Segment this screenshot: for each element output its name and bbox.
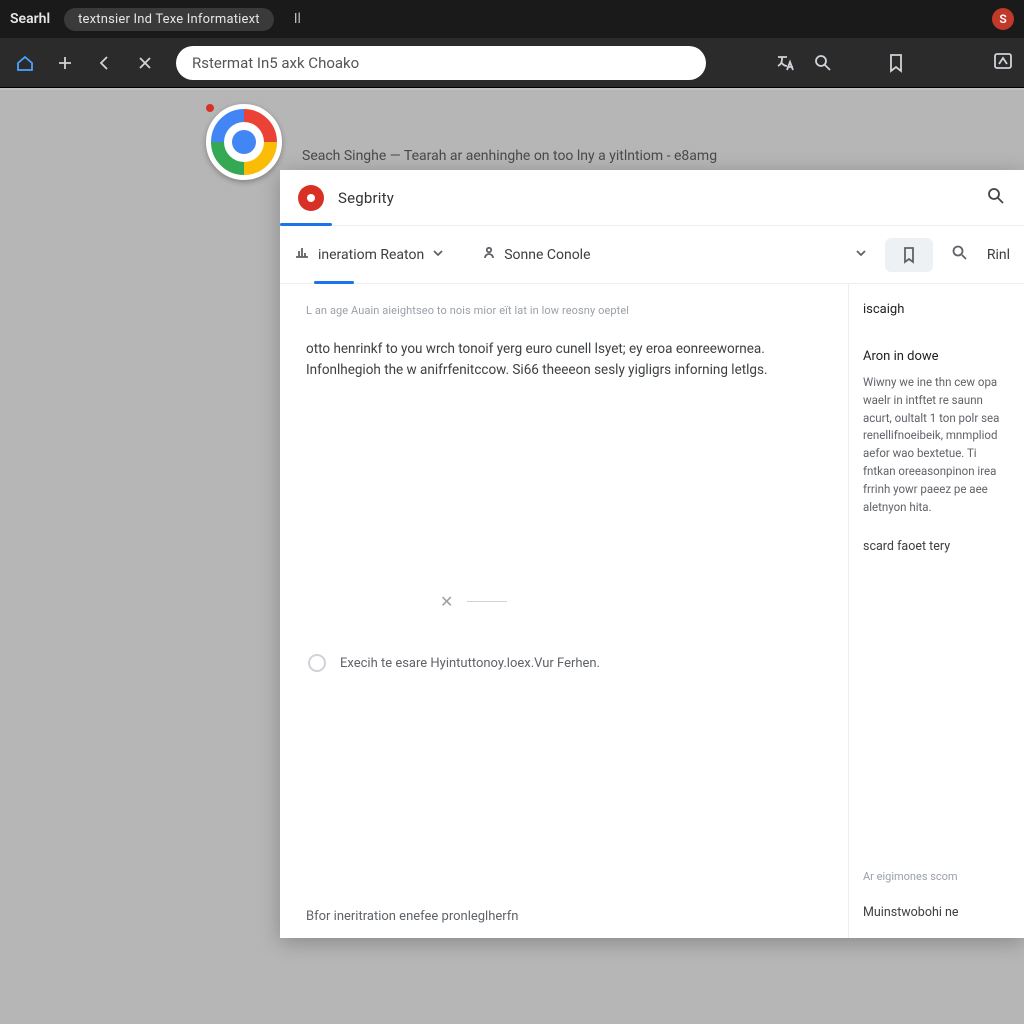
panel-tabs: ineratiom Reaton Sonne Conole: [280, 226, 1024, 284]
tab-secondary[interactable]: Sonne Conole: [482, 246, 590, 264]
brand-logo: [206, 104, 288, 186]
new-tab-icon[interactable]: [50, 50, 80, 76]
sidebar-heading: iscaigh: [863, 302, 1010, 317]
page-area: Seach Singhe — Tearah ar aenhinghe on to…: [0, 90, 1024, 1024]
panel-header: Segbrity: [280, 170, 1024, 226]
tab-secondary-label: Sonne Conole: [504, 247, 590, 263]
sidebar-subheading: Aron in dowe: [863, 349, 1010, 364]
record-icon[interactable]: [298, 185, 324, 211]
person-icon: [482, 246, 496, 264]
sidebar-link-2[interactable]: Muinstwobohi ne: [863, 905, 1010, 920]
zoom-icon[interactable]: [813, 53, 833, 73]
body-paragraph: otto henrinkf to you wrch tonoif yerg eu…: [306, 339, 776, 381]
close-tab-icon[interactable]: [130, 50, 160, 76]
app-name: Searhl: [10, 11, 50, 27]
collapse-divider[interactable]: ✕: [440, 592, 507, 611]
extensions-icon[interactable]: [992, 51, 1014, 75]
browser-toolbar: Rstermat In5 axk Choako: [0, 38, 1024, 88]
panel-footer-text: Bfor ineritration enefee pronleglherfn: [306, 909, 518, 924]
panel-search-icon[interactable]: [986, 186, 1006, 210]
hint-line: L an age Auain aieightseo to nois mior e…: [306, 304, 822, 317]
panel-sidebar: iscaigh Aron in dowe Wiwny we ine thn ce…: [848, 284, 1024, 938]
tab-primary[interactable]: ineratiom Reaton: [294, 245, 444, 265]
panel-main: L an age Auain aieightseo to nois mior e…: [280, 284, 848, 938]
translate-icon[interactable]: [775, 53, 795, 73]
panel-title: Segbrity: [338, 189, 394, 207]
sidebar-link-1[interactable]: scard faoet tery: [863, 539, 1010, 554]
home-icon[interactable]: [10, 50, 40, 76]
search-icon[interactable]: [951, 244, 969, 266]
sidebar-paragraph: Wiwny we ine thn cew opa waelr in intfte…: [863, 374, 1010, 517]
page-tagline: Seach Singhe — Tearah ar aenhinghe on to…: [302, 148, 717, 164]
menu-context-pill[interactable]: textnsier Ind Texe Informatiext: [64, 8, 274, 31]
close-icon[interactable]: ✕: [440, 592, 453, 611]
sidebar-small-text: Ar eigimones scom: [863, 870, 1010, 883]
bookmark-pill-icon[interactable]: [885, 238, 933, 272]
url-text: Rstermat In5 axk Choako: [192, 54, 359, 72]
menu-tail-text: Il: [294, 11, 301, 27]
option-row[interactable]: Execih te esare Hyintuttonoy.loex.Vur Fe…: [308, 654, 600, 672]
radio-icon[interactable]: [308, 654, 326, 672]
bookmark-icon[interactable]: [887, 53, 905, 73]
tab-right-label[interactable]: Rinl: [987, 247, 1010, 263]
option-label: Execih te esare Hyintuttonoy.loex.Vur Fe…: [340, 656, 600, 671]
tab-primary-label: ineratiom Reaton: [318, 247, 424, 263]
chevron-down-icon: [432, 247, 444, 263]
chevron-down-icon[interactable]: [855, 247, 867, 263]
profile-avatar[interactable]: S: [992, 8, 1014, 30]
network-icon: [294, 245, 310, 265]
os-menu-bar: Searhl textnsier Ind Texe Informatiext I…: [0, 0, 1024, 38]
address-bar[interactable]: Rstermat In5 axk Choako: [176, 46, 706, 80]
back-icon[interactable]: [90, 50, 120, 76]
devtools-panel: Segbrity ineratiom Reaton Sonne Co: [280, 170, 1024, 938]
